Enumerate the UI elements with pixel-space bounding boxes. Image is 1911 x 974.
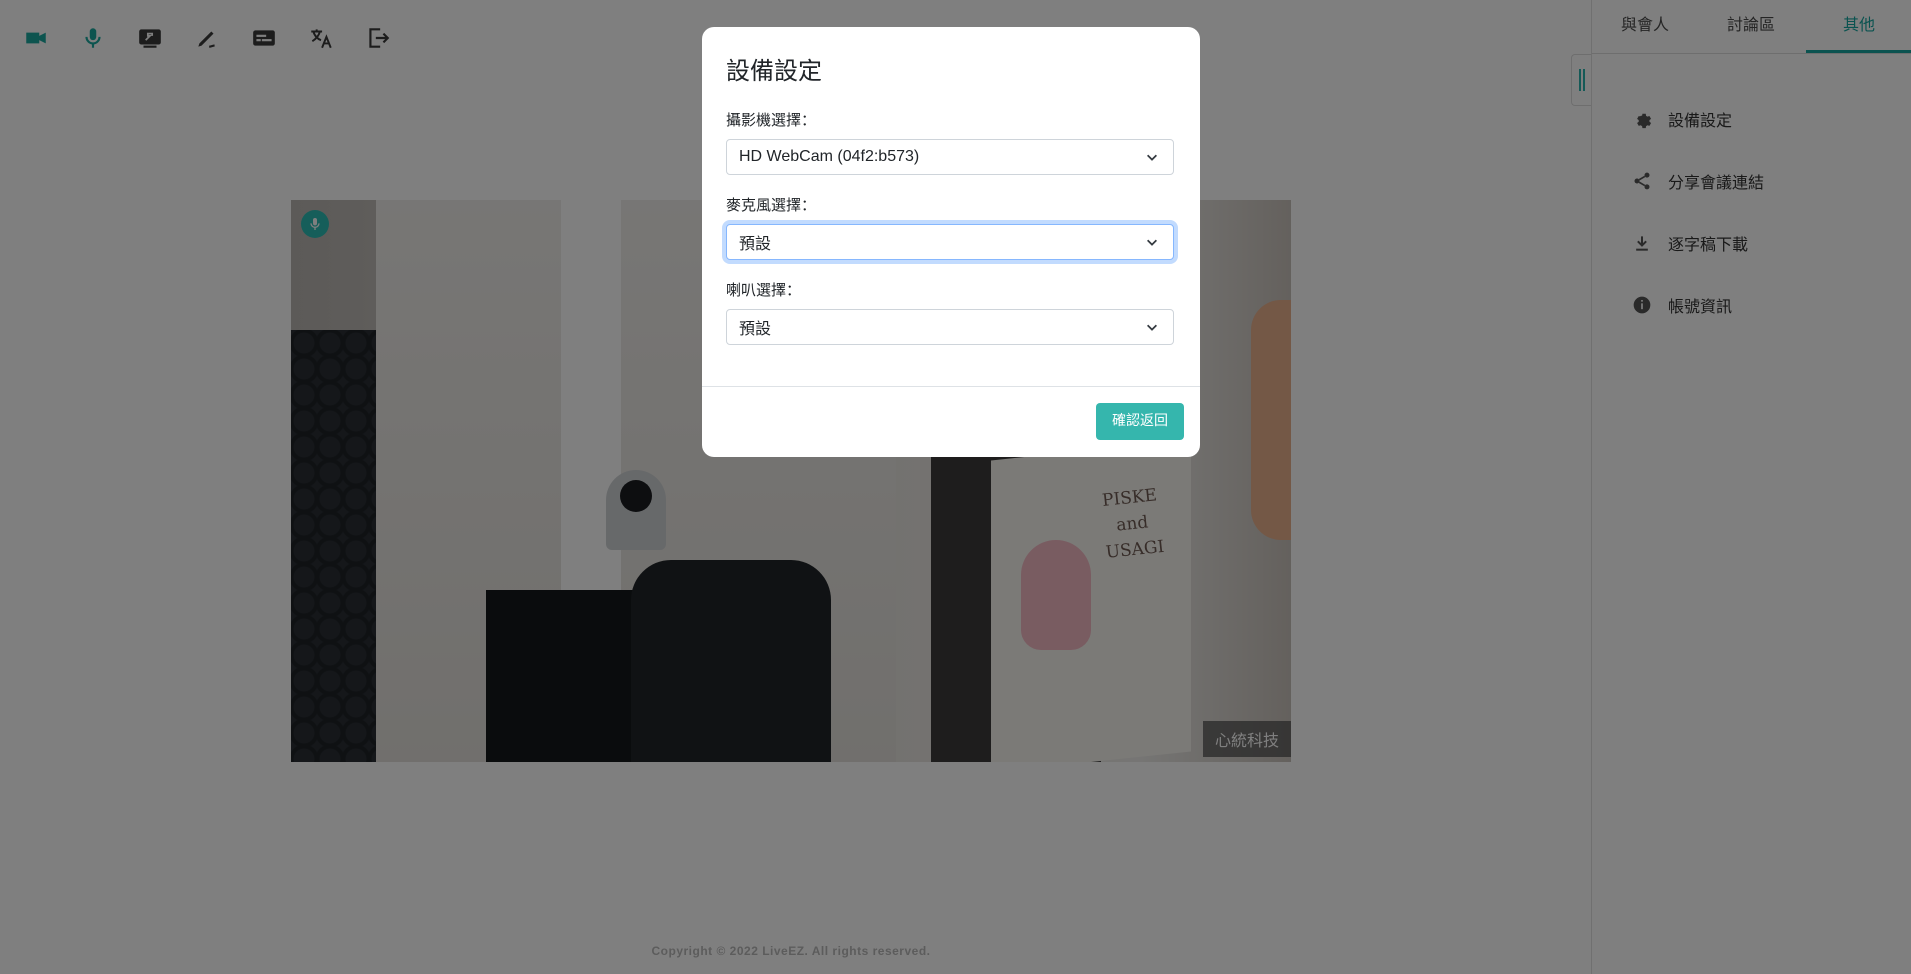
microphone-label: 麥克風選擇： — [726, 196, 817, 214]
device-settings-modal: 設備設定 攝影機選擇： HD WebCam (04f2:b573) 麥克風選擇：… — [702, 27, 1200, 457]
speaker-select-value: 預設 — [739, 321, 772, 338]
modal-title: 設備設定 — [726, 57, 822, 85]
camera-select[interactable]: HD WebCam (04f2:b573) — [726, 139, 1174, 175]
chevron-down-icon — [1147, 154, 1157, 161]
confirm-button[interactable]: 確認返回 — [1096, 403, 1184, 440]
microphone-select-value: 預設 — [739, 236, 772, 253]
modal-footer: 確認返回 — [702, 386, 1200, 457]
camera-label: 攝影機選擇： — [726, 111, 817, 129]
microphone-select[interactable]: 預設 — [726, 224, 1174, 260]
chevron-down-icon — [1147, 324, 1157, 331]
speaker-select[interactable]: 預設 — [726, 309, 1174, 345]
speaker-label: 喇叭選擇： — [726, 281, 802, 299]
camera-select-value: HD WebCam (04f2:b573) — [739, 148, 920, 165]
chevron-down-icon — [1147, 239, 1157, 246]
